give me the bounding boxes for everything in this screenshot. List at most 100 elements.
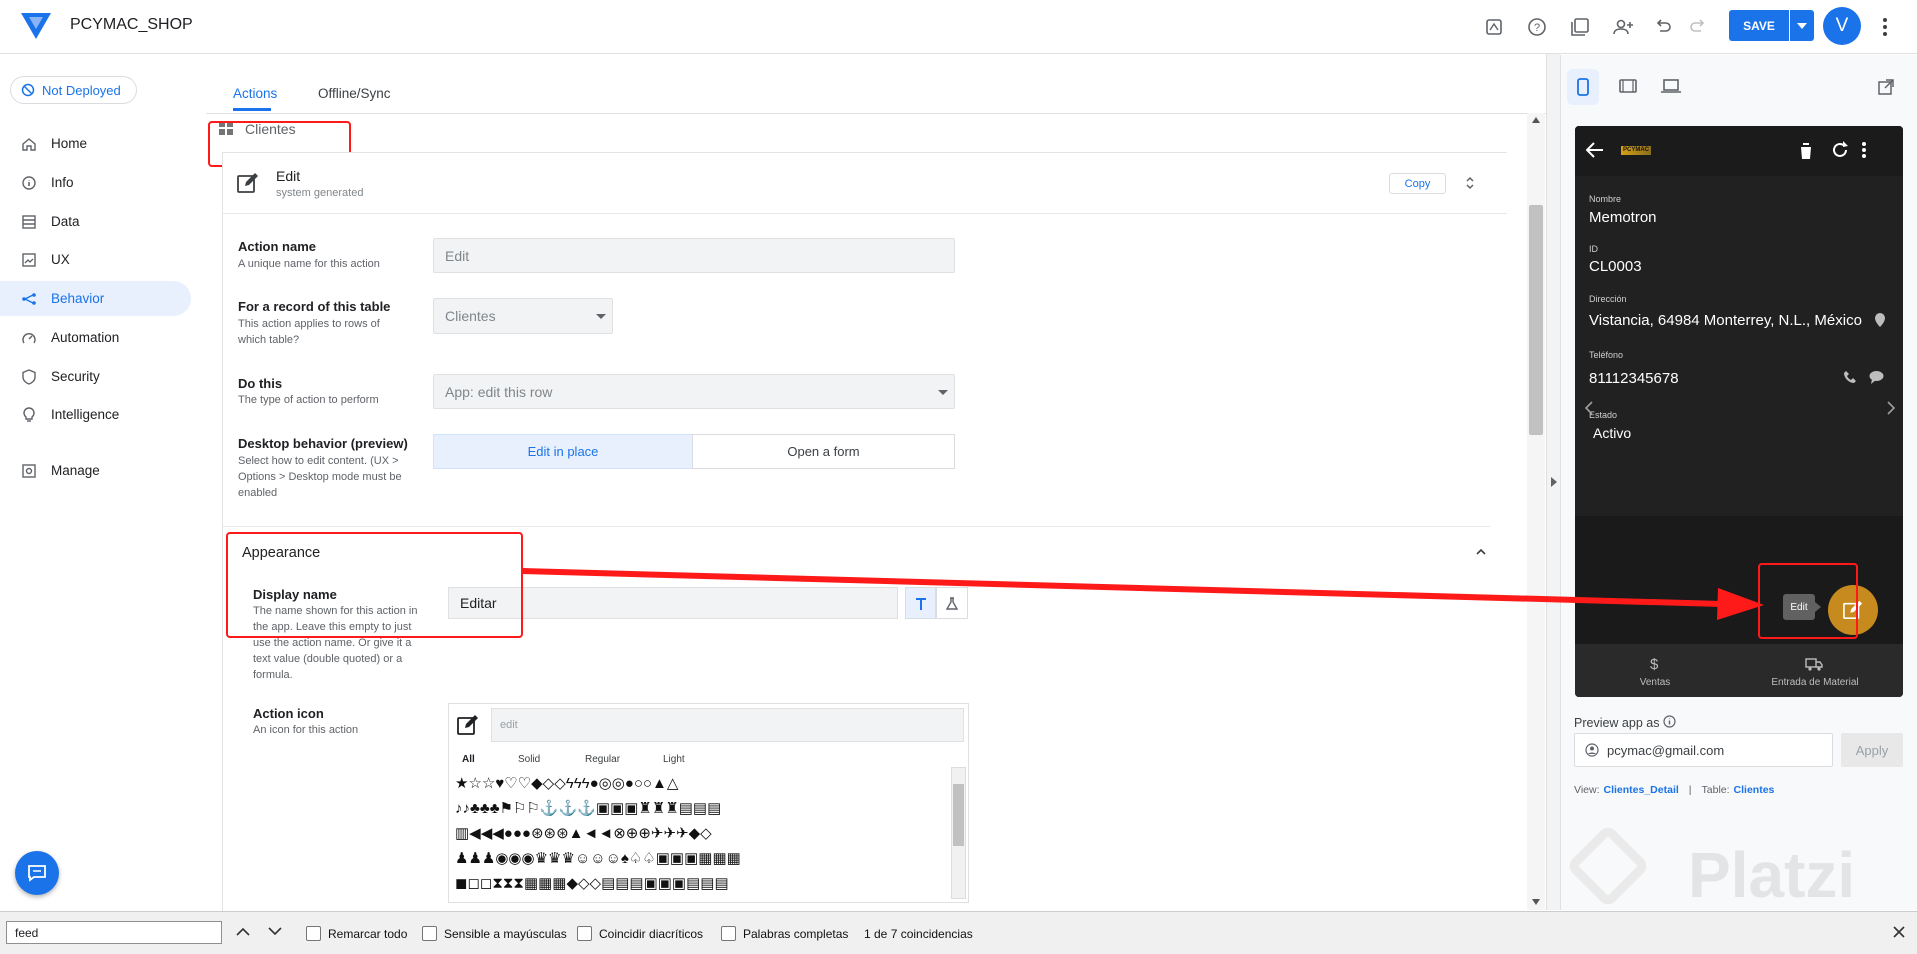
apply-button[interactable]: Apply xyxy=(1841,733,1903,767)
do-this-select-value: App: edit this row xyxy=(445,383,553,400)
sidebar-item-intelligence[interactable]: Intelligence xyxy=(0,397,191,432)
icon-grid-row[interactable]: ♪♪♣♣♣⚑⚐⚐⚓⚓⚓▣▣▣♜♜♜▤▤▤ xyxy=(455,799,721,817)
close-icon[interactable] xyxy=(1893,926,1905,938)
icon-grid-row[interactable]: ★☆☆♥♡♡◆◇◇ϟϟϟ●◎◎●○○▲△ xyxy=(455,774,678,792)
expand-collapse-icon[interactable] xyxy=(1465,175,1475,191)
table-desc: This action applies to rows of which tab… xyxy=(238,318,380,346)
mobile-view-button[interactable] xyxy=(1567,69,1599,105)
nav-entrada-material[interactable]: Entrada de Material xyxy=(1755,677,1875,688)
open-form-option[interactable]: Open a form xyxy=(692,434,955,469)
home-icon xyxy=(22,137,36,151)
desktop-view-button[interactable] xyxy=(1661,79,1681,93)
icon-grid-scrollbar-thumb[interactable] xyxy=(953,784,964,846)
avatar[interactable]: V xyxy=(1823,7,1861,45)
sidebar-item-manage[interactable]: Manage xyxy=(0,453,191,488)
field-value-id: CL0003 xyxy=(1589,258,1642,275)
field-value-estado: Activo xyxy=(1593,425,1632,441)
not-deployed-icon xyxy=(21,83,35,97)
main-scrollbar-thumb[interactable] xyxy=(1529,205,1543,435)
tabs-divider xyxy=(206,113,1546,114)
chat-button[interactable] xyxy=(15,851,59,895)
match-case-label: Sensible a mayúsculas xyxy=(444,927,567,941)
info-icon[interactable] xyxy=(1663,715,1676,728)
copy-button[interactable]: Copy xyxy=(1389,173,1446,194)
ux-icon xyxy=(22,252,36,267)
table-link[interactable]: Clientes xyxy=(1734,784,1775,796)
collapse-icon[interactable] xyxy=(1476,549,1486,555)
desktop-behavior-desc: Select how to edit content. (UX > Option… xyxy=(238,455,402,499)
save-button[interactable]: SAVE xyxy=(1729,10,1789,41)
icon-grid-row[interactable]: ◼◻◻⧗⧗⧗▦▦▦◆◇◇▤▤▤▣▣▣▤▤▤ xyxy=(455,874,729,892)
icon-grid-scrollbar[interactable] xyxy=(951,767,966,899)
sidebar-item-behavior[interactable]: Behavior xyxy=(0,281,191,316)
sidebar-item-info[interactable]: Info xyxy=(0,165,191,200)
do-this-select[interactable]: App: edit this row xyxy=(433,374,955,409)
undo-icon[interactable] xyxy=(1651,15,1675,39)
next-record-icon[interactable] xyxy=(1887,401,1895,415)
table-select-value: Clientes xyxy=(445,308,496,324)
main-scrollbar[interactable] xyxy=(1527,113,1545,910)
icon-search-input[interactable]: edit xyxy=(491,708,964,742)
phone-call-icon[interactable] xyxy=(1843,370,1857,384)
view-label: View: xyxy=(1574,784,1600,796)
highlight-all-checkbox[interactable] xyxy=(306,926,321,941)
whole-words-checkbox[interactable] xyxy=(721,926,736,941)
text-mode-button[interactable] xyxy=(905,587,936,619)
action-name-field[interactable]: Edit xyxy=(433,238,955,273)
match-diacritics-checkbox[interactable] xyxy=(577,926,592,941)
prev-record-icon[interactable] xyxy=(1585,401,1593,415)
icon-tab-light[interactable]: Light xyxy=(663,754,685,765)
message-icon[interactable] xyxy=(1869,370,1884,384)
action-name-label: Action name xyxy=(238,239,317,254)
help-icon[interactable]: ? xyxy=(1525,15,1549,39)
tab-actions[interactable]: Actions xyxy=(233,86,277,101)
deploy-status-chip[interactable]: Not Deployed xyxy=(10,76,137,104)
view-link[interactable]: Clientes_Detail xyxy=(1604,784,1679,796)
more-vert-icon[interactable] xyxy=(1880,16,1890,38)
chevron-down-icon xyxy=(596,314,606,319)
back-arrow-icon[interactable] xyxy=(1586,142,1604,158)
pane-resizer[interactable] xyxy=(1546,54,1560,910)
table-select[interactable]: Clientes xyxy=(433,298,613,334)
trash-icon[interactable] xyxy=(1798,142,1814,160)
sidebar-item-home[interactable]: Home xyxy=(0,126,191,161)
map-pin-icon[interactable] xyxy=(1874,312,1886,328)
laptop-icon xyxy=(1661,79,1681,93)
open-new-window-button[interactable] xyxy=(1878,79,1894,95)
icon-tab-regular[interactable]: Regular xyxy=(585,754,620,765)
save-options-button[interactable] xyxy=(1790,10,1814,41)
scroll-up-icon[interactable] xyxy=(1532,117,1540,123)
desktop-behavior-label: Desktop behavior (preview) xyxy=(238,436,408,451)
top-bar: PCYMAC_SHOP ? SAVE V xyxy=(0,0,1917,54)
share-user-icon[interactable] xyxy=(1611,15,1635,39)
sidebar-item-security[interactable]: Security xyxy=(0,359,191,394)
tablet-view-button[interactable] xyxy=(1619,79,1637,93)
preview-icon[interactable] xyxy=(1482,15,1506,39)
icon-tab-solid[interactable]: Solid xyxy=(518,754,540,765)
formula-mode-button[interactable] xyxy=(936,587,968,619)
field-value-telefono: 81112345678 xyxy=(1589,370,1679,387)
find-next-icon[interactable] xyxy=(268,927,282,936)
expand-pane-icon[interactable] xyxy=(1551,477,1557,487)
library-icon[interactable] xyxy=(1568,15,1592,39)
edit-in-place-option[interactable]: Edit in place xyxy=(433,434,693,469)
tab-offline-sync[interactable]: Offline/Sync xyxy=(318,86,391,101)
redo-icon[interactable] xyxy=(1686,15,1710,39)
more-vert-icon[interactable] xyxy=(1861,141,1867,159)
sidebar-item-label: Data xyxy=(51,214,80,229)
nav-ventas[interactable]: Ventas xyxy=(1635,677,1675,688)
find-input[interactable]: feed xyxy=(6,921,222,944)
data-icon xyxy=(22,214,36,229)
scroll-down-icon[interactable] xyxy=(1532,899,1540,905)
refresh-icon[interactable] xyxy=(1831,141,1849,159)
find-previous-icon[interactable] xyxy=(236,927,250,936)
icon-grid-row[interactable]: ♟♟♟◉◉◉♛♛♛☺☺☺♠♤♤▣▣▣▦▦▦ xyxy=(455,849,741,867)
sidebar-item-ux[interactable]: UX xyxy=(0,242,191,277)
preview-email-field[interactable]: pcymac@gmail.com xyxy=(1574,733,1833,767)
sidebar-item-automation[interactable]: Automation xyxy=(0,320,191,355)
sidebar-item-label: Security xyxy=(51,369,100,384)
icon-grid-row[interactable]: ▥◀◀◀●●●⊛⊛⊛▲◄◄⊗⊕⊕✈✈✈◆◇ xyxy=(455,824,712,842)
icon-tab-all[interactable]: All xyxy=(462,754,475,765)
match-case-checkbox[interactable] xyxy=(422,926,437,941)
sidebar-item-data[interactable]: Data xyxy=(0,204,191,239)
